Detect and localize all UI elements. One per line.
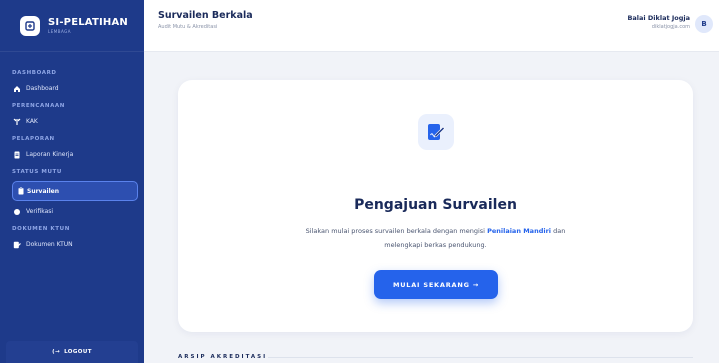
file-edit-icon (13, 241, 21, 249)
brand-subtitle: LEMBAGA (48, 29, 71, 34)
desc-text-1: Silakan mulai proses survailen berkala d… (305, 227, 485, 235)
sidebar-item-dokumen-ktun[interactable]: Dokumen KTUN (0, 236, 144, 253)
kak-icon (13, 118, 21, 125)
logout-button[interactable]: (→ LOGOUT (6, 341, 138, 363)
sidebar-item-label: Dashboard (26, 85, 59, 92)
sidebar-item-label: Verifikasi (26, 208, 54, 215)
nav-section-perencanaan: PERENCANAAN (12, 103, 65, 109)
nav-section-status-mutu: STATUS MUTU (12, 169, 62, 175)
logout-label: LOGOUT (64, 349, 92, 355)
card-title: Pengajuan Survailen (354, 197, 517, 213)
user-name[interactable]: Balai Diklat Jogja (627, 14, 690, 22)
nav-section-dashboard: DASHBOARD (12, 70, 57, 76)
user-site: diklatjogja.com (651, 24, 690, 30)
card-description: Silakan mulai proses survailen berkala d… (288, 224, 583, 252)
brand[interactable]: SI-PELATIHAN LEMBAGA (0, 0, 144, 52)
sidebar-item-label: Dokumen KTUN (26, 241, 73, 248)
sidebar-item-kak[interactable]: KAK (0, 113, 144, 130)
avatar[interactable]: B (695, 15, 713, 33)
page-subtitle: Audit Mutu & Akreditasi (158, 24, 218, 30)
brand-logo-icon (20, 15, 40, 36)
home-icon (14, 86, 20, 92)
sidebar-item-survailen[interactable]: Survailen (12, 181, 138, 201)
brand-title: SI-PELATIHAN (48, 17, 128, 28)
sidebar-item-dashboard[interactable]: Dashboard (0, 80, 144, 97)
sidebar-nav: DASHBOARD Dashboard PERENCANAAN KAK PELA… (0, 52, 144, 253)
clipboard-icon (18, 187, 24, 195)
mulai-sekarang-button[interactable]: MULAI SEKARANG → (374, 270, 498, 299)
divider (268, 357, 693, 358)
sidebar: SI-PELATIHAN LEMBAGA DASHBOARD Dashboard… (0, 0, 144, 363)
sidebar-item-label: Laporan Kinerja (26, 151, 74, 158)
nav-section-pelaporan: PELAPORAN (12, 136, 55, 142)
sidebar-item-laporan-kinerja[interactable]: Laporan Kinerja (0, 146, 144, 163)
logout-icon: (→ (52, 349, 61, 355)
survailen-card: Pengajuan Survailen Silakan mulai proses… (178, 80, 693, 332)
nav-section-dokumen-ktun: DOKUMEN KTUN (12, 226, 70, 232)
sidebar-item-label: KAK (26, 118, 38, 125)
penilaian-mandiri-link[interactable]: Penilaian Mandiri (487, 227, 551, 235)
page-title: Survailen Berkala (158, 10, 253, 21)
document-icon (14, 151, 20, 159)
archive-section-title: ARSIP AKREDITASI (178, 354, 268, 360)
sidebar-item-label: Survailen (27, 187, 59, 195)
sidebar-item-verifikasi[interactable]: Verifikasi (0, 203, 144, 220)
dot-icon (14, 209, 20, 215)
top-header: Survailen Berkala Audit Mutu & Akreditas… (144, 0, 719, 52)
edit-document-icon (418, 114, 454, 150)
